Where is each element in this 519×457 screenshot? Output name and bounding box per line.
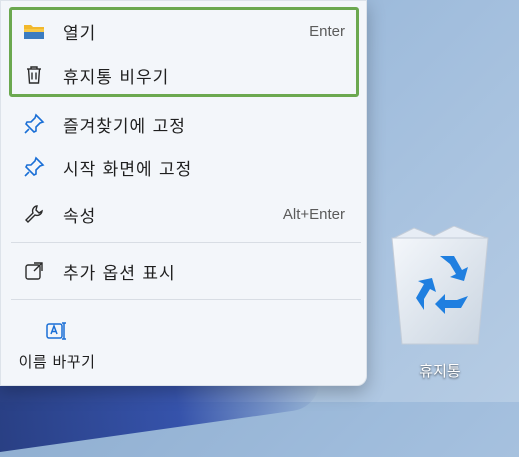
menu-item-more-options[interactable]: 추가 옵션 표시 bbox=[15, 251, 355, 291]
pin-icon bbox=[21, 111, 47, 137]
shortcut-text: Enter bbox=[309, 22, 345, 40]
menu-item-pin-favorites[interactable]: 즐겨찾기에 고정 bbox=[15, 104, 355, 144]
recycle-bin-desktop-icon[interactable]: 휴지통 bbox=[380, 225, 500, 396]
rename-icon bbox=[45, 319, 69, 343]
context-menu: 열기 Enter 휴지통 비우기 즐겨찾기에 고정 시작 화면에 고정 속성 A… bbox=[0, 0, 367, 386]
rename-label: 이름 바꾸기 bbox=[18, 353, 96, 371]
pin-icon bbox=[21, 154, 47, 180]
menu-item-open[interactable]: 열기 Enter bbox=[15, 11, 355, 51]
divider bbox=[11, 242, 361, 243]
menu-item-label: 속성 bbox=[63, 206, 97, 227]
folder-icon bbox=[21, 18, 47, 44]
menu-item-label: 추가 옵션 표시 bbox=[63, 263, 176, 284]
menu-item-properties[interactable]: 속성 Alt+Enter bbox=[15, 194, 355, 234]
menu-item-empty-recycle-bin[interactable]: 휴지통 비우기 bbox=[15, 55, 355, 95]
menu-item-label: 휴지통 비우기 bbox=[63, 67, 170, 88]
menu-item-label: 시작 화면에 고정 bbox=[63, 159, 193, 180]
menu-item-pin-start[interactable]: 시작 화면에 고정 bbox=[15, 147, 355, 187]
open-external-icon bbox=[21, 258, 47, 284]
menu-item-label: 즐겨찾기에 고정 bbox=[63, 116, 186, 137]
menu-item-label: 열기 bbox=[63, 23, 97, 44]
trash-icon bbox=[21, 62, 47, 88]
desktop-icon-label: 휴지통 bbox=[419, 362, 461, 380]
divider bbox=[11, 299, 361, 300]
shortcut-text: Alt+Enter bbox=[282, 205, 345, 223]
rename-button[interactable]: 이름 바꾸기 bbox=[7, 315, 107, 375]
recycle-bin-icon bbox=[384, 225, 496, 354]
wrench-icon bbox=[21, 201, 47, 227]
